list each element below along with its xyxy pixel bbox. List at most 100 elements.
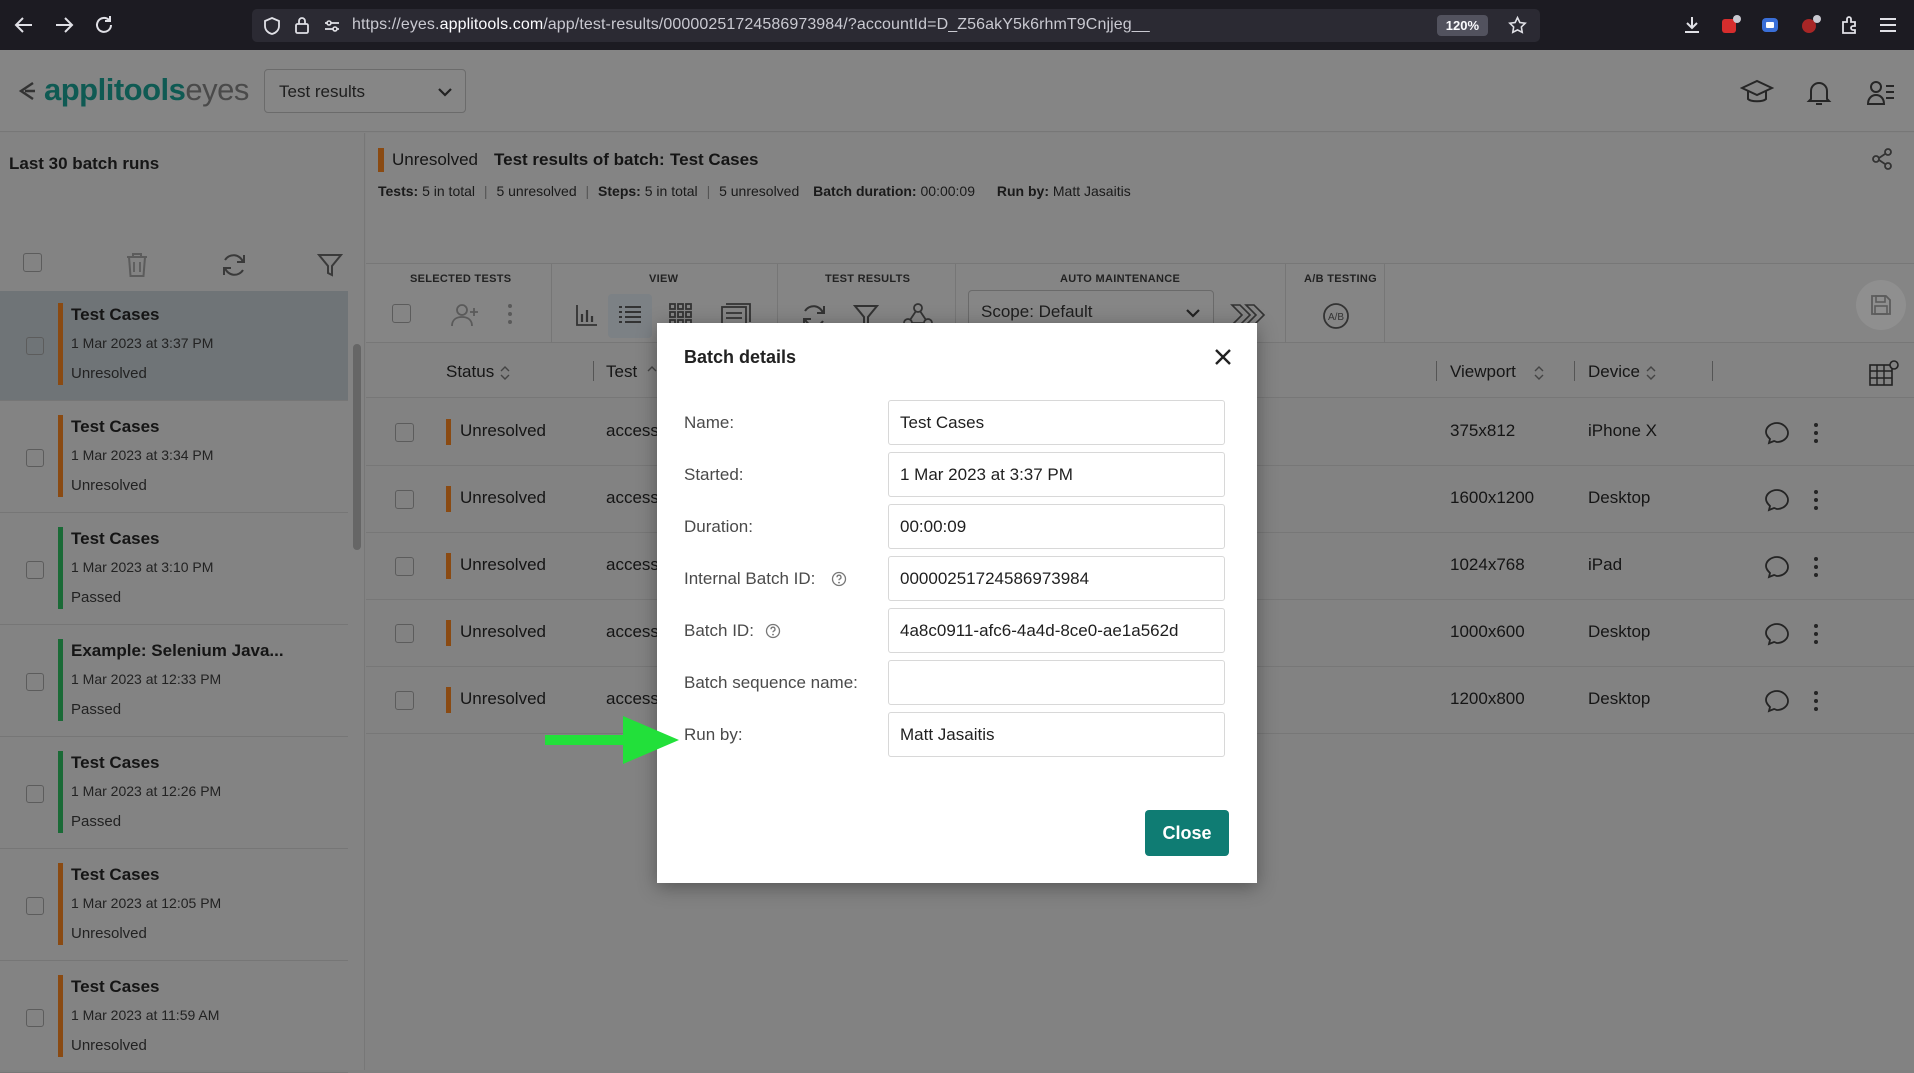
started-field[interactable]: 1 Mar 2023 at 3:37 PM [888, 452, 1225, 497]
back-icon[interactable] [12, 13, 36, 37]
sort-icon[interactable] [1534, 366, 1544, 380]
runby-value: Matt Jasaitis [1052, 183, 1131, 199]
batch-item[interactable]: Test Cases 1 Mar 2023 at 11:59 AM Unreso… [0, 963, 348, 1073]
comment-icon[interactable] [1764, 421, 1790, 445]
batch-item[interactable]: Test Cases 1 Mar 2023 at 3:34 PM Unresol… [0, 403, 348, 513]
help-circle-icon[interactable] [765, 623, 781, 639]
comment-icon[interactable] [1764, 689, 1790, 713]
batch-status: Passed [71, 701, 122, 718]
column-header-device[interactable]: Device [1588, 362, 1640, 382]
extension-badge-icon[interactable] [1798, 13, 1822, 37]
batch-date: 1 Mar 2023 at 12:05 PM [71, 895, 222, 911]
shield-icon[interactable] [262, 16, 282, 36]
row-checkbox[interactable] [395, 624, 414, 643]
name-field[interactable]: Test Cases [888, 400, 1225, 445]
ab-testing-icon[interactable]: A/B [1322, 302, 1350, 330]
internal-batch-id-label: Internal Batch ID: [684, 569, 816, 588]
close-button[interactable]: Close [1145, 810, 1229, 856]
back-arrow-icon[interactable] [17, 80, 37, 102]
delete-trash-icon[interactable] [124, 251, 150, 279]
status-indicator [378, 148, 384, 172]
duration-field[interactable]: 00:00:09 [888, 504, 1225, 549]
filter-funnel-icon[interactable] [316, 251, 344, 279]
select-all-tests-checkbox[interactable] [392, 304, 411, 323]
internal-batch-id-field[interactable]: 00000251724586973984 [888, 556, 1225, 601]
row-device: iPad [1588, 555, 1623, 574]
row-checkbox[interactable] [395, 490, 414, 509]
row-device: Desktop [1588, 488, 1651, 507]
help-circle-icon[interactable] [831, 571, 847, 587]
batch-item[interactable]: Test Cases 1 Mar 2023 at 12:05 PM Unreso… [0, 851, 348, 961]
url-text[interactable]: https://eyes.applitools.com/app/test-res… [352, 16, 1150, 34]
batch-checkbox[interactable] [26, 897, 44, 915]
user-menu-icon[interactable] [1866, 78, 1896, 108]
share-icon[interactable] [1870, 147, 1894, 171]
extensions-puzzle-icon[interactable] [1838, 13, 1862, 37]
extension-red-icon[interactable] [1718, 13, 1742, 37]
sort-icon[interactable] [647, 366, 657, 380]
more-vertical-icon[interactable] [1812, 421, 1820, 445]
bookmark-star-icon[interactable] [1507, 15, 1528, 36]
forward-icon[interactable] [52, 13, 76, 37]
sort-icon[interactable] [1646, 366, 1656, 380]
comment-icon[interactable] [1764, 488, 1790, 512]
batch-checkbox[interactable] [26, 337, 44, 355]
batch-checkbox[interactable] [26, 561, 44, 579]
batch-item[interactable]: Example: Selenium Java... 1 Mar 2023 at … [0, 627, 348, 737]
bar-chart-view-icon[interactable] [574, 302, 600, 328]
more-vertical-icon[interactable] [1812, 488, 1820, 512]
notifications-bell-icon[interactable] [1804, 78, 1834, 108]
zoom-level-badge[interactable]: 120% [1436, 15, 1488, 36]
batch-checkbox[interactable] [26, 449, 44, 467]
assign-user-icon[interactable] [450, 302, 480, 328]
permissions-icon[interactable] [322, 16, 342, 36]
comment-icon[interactable] [1764, 555, 1790, 579]
more-vertical-icon[interactable] [506, 302, 514, 326]
more-vertical-icon[interactable] [1812, 622, 1820, 646]
batch-sequence-name-field[interactable] [888, 660, 1225, 705]
refresh-icon[interactable] [220, 251, 248, 279]
column-header-test[interactable]: Test [606, 362, 637, 382]
toolbar-divider [1285, 264, 1286, 344]
steps-total: 5 in total [644, 183, 698, 199]
url-bar[interactable]: https://eyes.applitools.com/app/test-res… [252, 9, 1540, 42]
more-vertical-icon[interactable] [1812, 689, 1820, 713]
batch-date: 1 Mar 2023 at 3:37 PM [71, 335, 214, 351]
column-header-viewport[interactable]: Viewport [1450, 362, 1516, 382]
toolbar-divider [551, 264, 552, 344]
row-device: Desktop [1588, 622, 1651, 641]
app-menu-icon[interactable] [1876, 13, 1900, 37]
save-button[interactable] [1856, 280, 1906, 330]
select-all-batches-checkbox[interactable] [23, 253, 42, 272]
sort-icon[interactable] [500, 366, 510, 380]
row-checkbox[interactable] [395, 557, 414, 576]
batch-item[interactable]: Test Cases 1 Mar 2023 at 12:26 PM Passed [0, 739, 348, 849]
graduation-cap-icon[interactable] [1740, 78, 1774, 108]
extension-blue-icon[interactable] [1758, 13, 1782, 37]
applitools-logo[interactable]: applitoolseyes [44, 72, 249, 108]
status-indicator [58, 863, 63, 945]
list-view-icon[interactable] [617, 302, 643, 328]
reload-icon[interactable] [92, 13, 116, 37]
downloads-icon[interactable] [1680, 13, 1704, 37]
chevron-down-icon [1185, 306, 1201, 320]
more-vertical-icon[interactable] [1812, 555, 1820, 579]
batch-item[interactable]: Test Cases 1 Mar 2023 at 3:37 PM Unresol… [0, 291, 348, 401]
batch-checkbox[interactable] [26, 785, 44, 803]
batch-status: Unresolved [71, 365, 147, 382]
batch-list-scrollbar[interactable] [353, 344, 361, 550]
row-checkbox[interactable] [395, 423, 414, 442]
batch-checkbox[interactable] [26, 673, 44, 691]
batch-id-field[interactable]: 4a8c0911-afc6-4a4d-8ce0-ae1a562d [888, 608, 1225, 653]
batch-item[interactable]: Test Cases 1 Mar 2023 at 3:10 PM Passed [0, 515, 348, 625]
lock-icon[interactable] [292, 15, 312, 35]
batch-checkbox[interactable] [26, 1009, 44, 1027]
close-icon[interactable] [1211, 345, 1235, 369]
view-selector-dropdown[interactable]: Test results [264, 69, 466, 113]
column-settings-icon[interactable] [1868, 359, 1900, 387]
comment-icon[interactable] [1764, 622, 1790, 646]
annotation-arrow-icon [545, 716, 679, 764]
run-by-field[interactable]: Matt Jasaitis [888, 712, 1225, 757]
column-header-status[interactable]: Status [446, 362, 494, 382]
row-checkbox[interactable] [395, 691, 414, 710]
